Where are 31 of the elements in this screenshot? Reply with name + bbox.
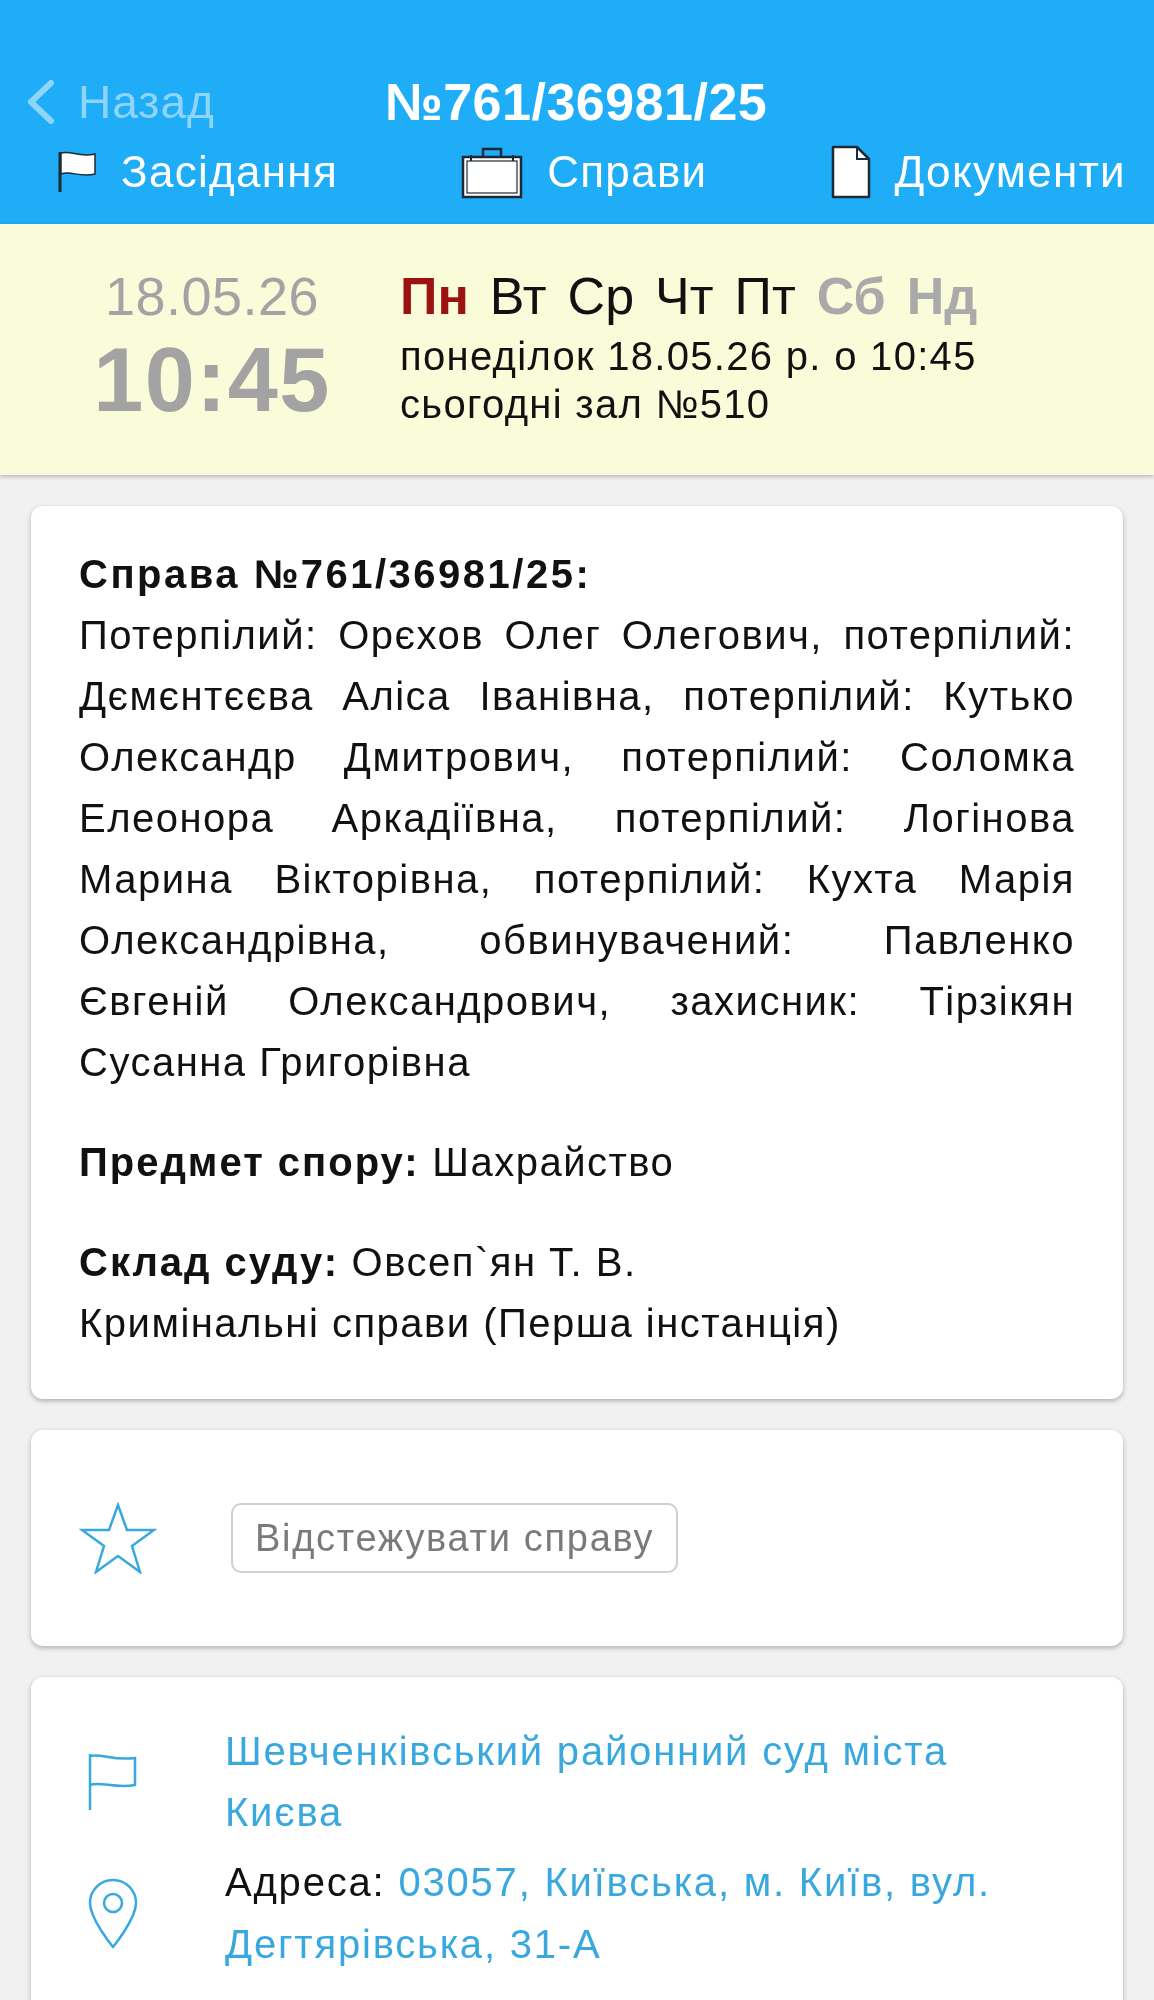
weekday-label: Пт: [734, 266, 796, 326]
back-button[interactable]: Назад: [26, 75, 215, 129]
participants-text: Потерпілий: Орєхов Олег Олегович, потерпілий: Дємєнтєєва Аліса Іванівна, потерпілий: Кутько Олександр Дмитрович, потерпілий: Соломка Елеонора Аркадіївна, потерпілий: Логінова Марина Вікторівна, потерпілий: Кухта Марія Олександрівна, обвинувачений: Павленко Євгеній Олександрович, захисник: Тірзікян Сусанна Григорівна: [79, 612, 1075, 1086]
court-name-link[interactable]: Шевченківський районний суд міста Києва: [225, 1721, 1013, 1843]
weekday-label: Нд: [906, 266, 978, 326]
map-pin-icon: [87, 1877, 139, 1949]
hearing-room-text: сьогодні зал №510: [400, 381, 772, 428]
case-field-text: Предмет спору: Шахрайство: [79, 1139, 676, 1186]
weekday-label: Пн: [400, 266, 469, 326]
weekday-label: Чт: [655, 266, 714, 326]
star-icon[interactable]: [79, 1502, 157, 1574]
tab[interactable]: Справи: [461, 145, 708, 199]
case-number-title: №761/36981/25: [384, 72, 768, 132]
case-title: Справа №761/36981/25:: [79, 551, 593, 598]
briefcase-icon: [461, 145, 524, 199]
weekday-label: Ср: [567, 266, 635, 326]
flag-icon: [57, 150, 97, 194]
hearing-datetime-text: понеділок 18.05.26 р. о 10:45: [400, 333, 978, 380]
chevron-left-icon: [26, 80, 56, 124]
track-case-button[interactable]: Відстежувати справу: [231, 1503, 679, 1573]
weekday-label: Вт: [489, 266, 547, 326]
tab[interactable]: Засідання: [57, 147, 339, 197]
tab[interactable]: Документи: [830, 145, 1126, 199]
document-icon: [830, 145, 871, 199]
hearing-time: 10:45: [93, 335, 331, 425]
case-field-text: Склад суду: Овсеп`ян Т. В.: [79, 1239, 638, 1286]
address-text[interactable]: Адреса: 03057, Київська, м. Київ, вул. Дегтярівська, 31-А: [225, 1851, 1013, 1975]
flag-icon: [87, 1753, 137, 1811]
weekday-label: Сб: [816, 266, 886, 326]
case-category-text: Кримінальні справи (Перша інстанція): [79, 1300, 842, 1347]
hearing-date: 18.05.26: [104, 266, 320, 326]
